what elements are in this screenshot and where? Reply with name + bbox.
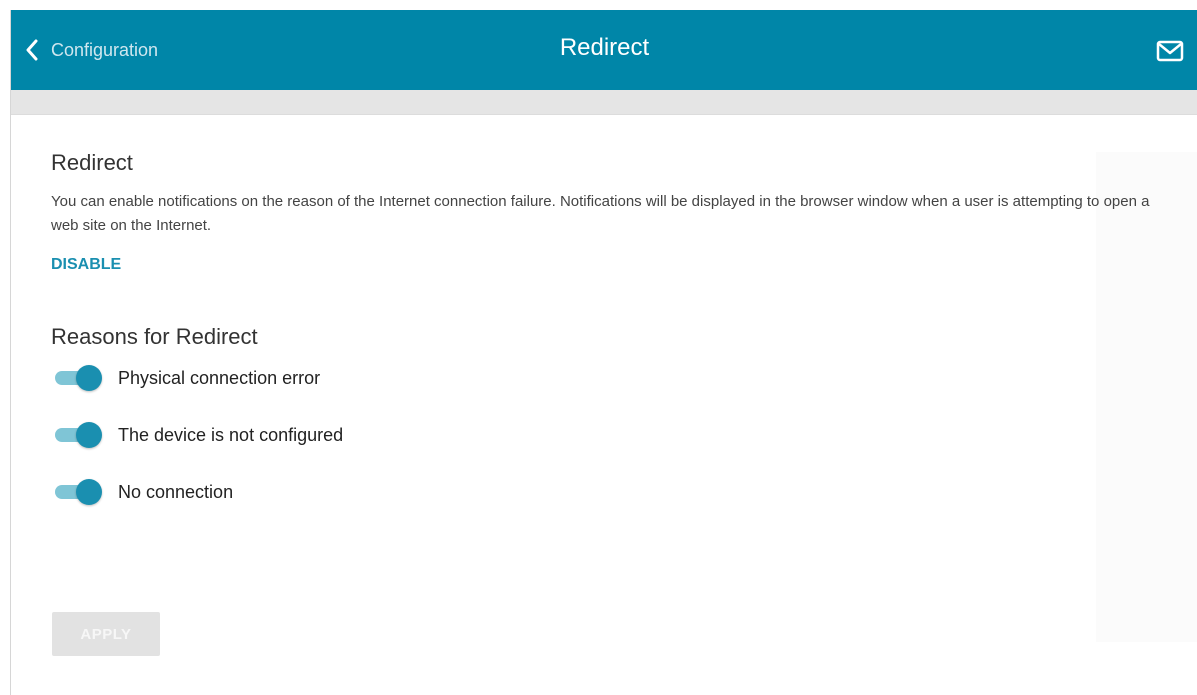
reason-row-device-not-configured: The device is not configured (51, 419, 1171, 451)
device-not-configured-label: The device is not configured (118, 424, 344, 445)
physical-connection-error-label: Physical connection error (118, 367, 321, 388)
page-frame: Configuration Redirect Redirect You can … (10, 10, 1197, 695)
no-connection-label: No connection (118, 481, 234, 502)
apply-button[interactable]: APPLY (52, 612, 160, 656)
redirect-section-title: Redirect (51, 150, 133, 175)
toggle-knob (76, 422, 102, 448)
redirect-settings-content: Redirect You can enable notifications on… (51, 150, 1171, 508)
reasons-section-title: Reasons for Redirect (51, 324, 258, 349)
toggle-knob (76, 479, 102, 505)
messages-button[interactable] (1156, 40, 1184, 62)
redirect-description: You can enable notifications on the reas… (51, 193, 1150, 234)
header-sub-bar (11, 90, 1197, 115)
toggle-knob (76, 365, 102, 391)
reason-row-physical-connection-error: Physical connection error (51, 362, 1171, 394)
device-not-configured-toggle[interactable] (55, 421, 102, 449)
mail-icon (1156, 40, 1184, 66)
physical-connection-error-toggle[interactable] (55, 364, 102, 392)
no-connection-toggle[interactable] (55, 478, 102, 506)
disable-button[interactable]: DISABLE (51, 256, 121, 274)
top-header: Configuration Redirect (11, 10, 1197, 90)
reason-row-no-connection: No connection (51, 476, 1171, 508)
page-title: Redirect (559, 34, 650, 61)
